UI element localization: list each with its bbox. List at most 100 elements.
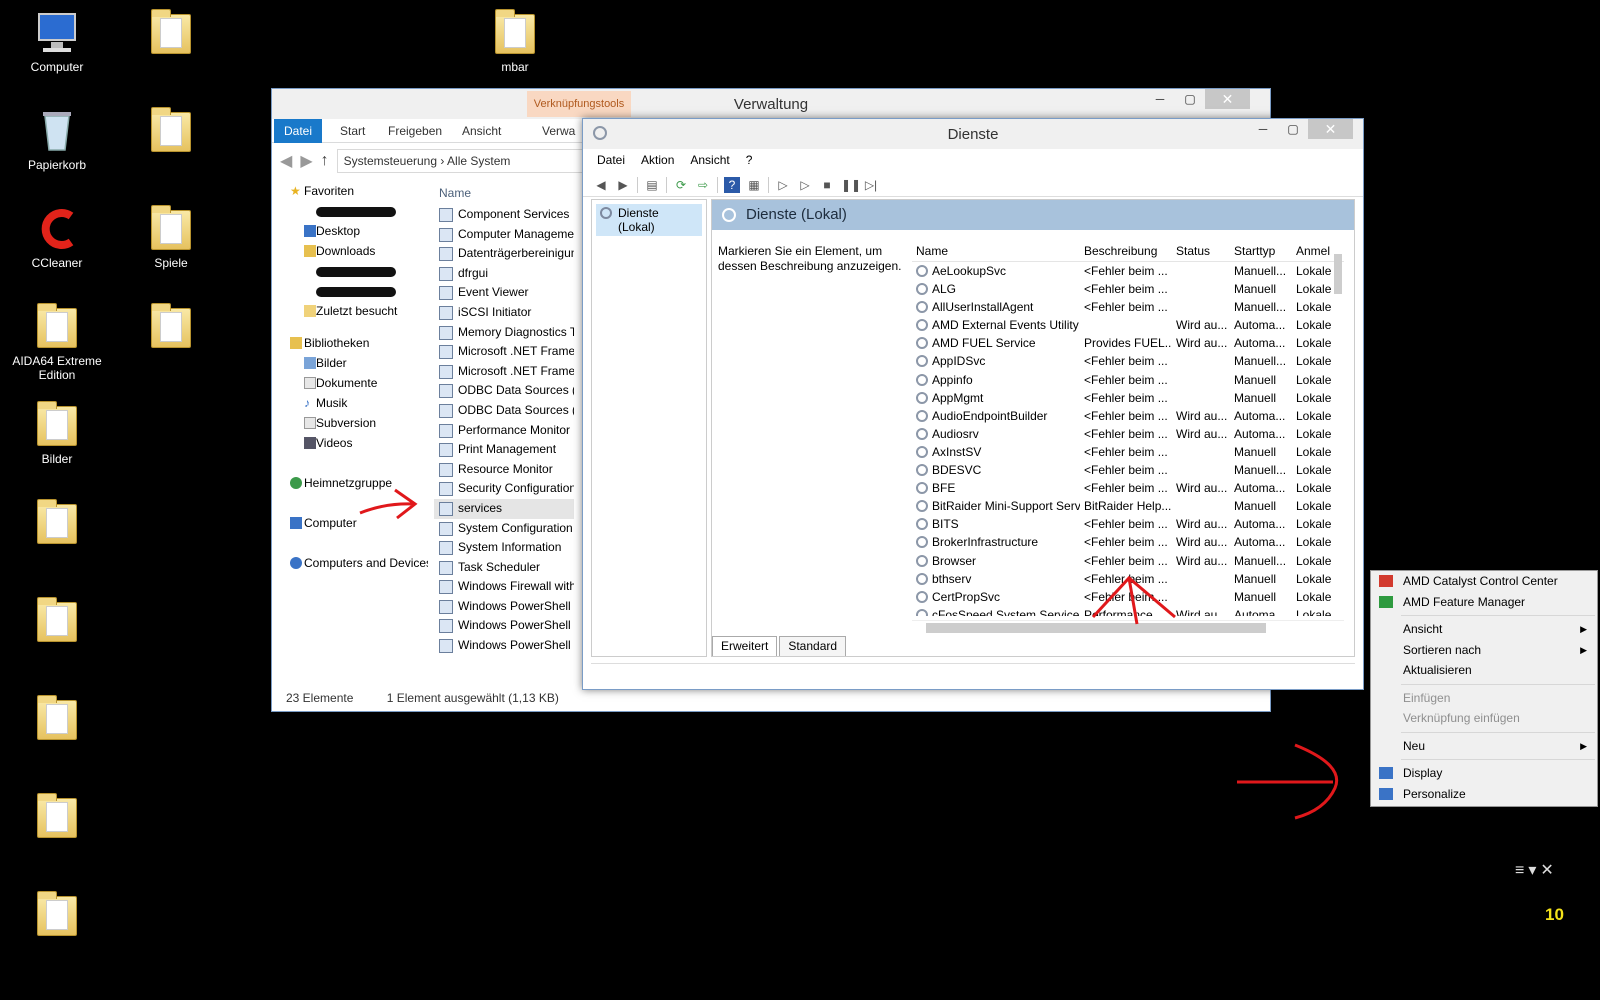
maximize-button[interactable]: ▢ xyxy=(1278,119,1308,139)
menu-ansicht[interactable]: Ansicht xyxy=(684,153,735,167)
tab-datei[interactable]: Datei xyxy=(274,119,323,143)
nav-item-hidden[interactable] xyxy=(278,201,428,221)
context-menu-item[interactable]: Sortieren nach ▶ xyxy=(1371,640,1597,661)
desktop-icon-computer[interactable]: Computer xyxy=(12,8,102,74)
back-arrow-icon[interactable]: ◀ xyxy=(280,151,292,171)
desktop-icon-folder[interactable] xyxy=(12,498,102,550)
table-row[interactable]: AudioEndpointBuilder <Fehler beim ... Wird… xyxy=(912,407,1344,425)
table-row[interactable]: AxInstSV <Fehler beim ... Manuell Lokale xyxy=(912,443,1344,461)
services-titlebar[interactable]: Dienste ─ ▢ ✕ xyxy=(583,119,1363,149)
file-list-item[interactable]: Security Configuration xyxy=(434,479,574,499)
nav-libraries[interactable]: Bibliotheken xyxy=(278,333,428,353)
tab-verwalten[interactable]: Verwa xyxy=(532,119,585,143)
context-menu-item[interactable]: Aktualisieren xyxy=(1371,660,1597,681)
desktop-icon-folder[interactable] xyxy=(12,596,102,648)
stop-service-icon[interactable]: ■ xyxy=(819,177,835,193)
tab-standard[interactable]: Standard xyxy=(779,636,847,656)
file-list-item[interactable]: ODBC Data Sources (64 xyxy=(434,401,574,421)
table-row[interactable]: BitRaider Mini-Support Serv... BitRaider … xyxy=(912,497,1344,515)
desktop-icon-folder[interactable] xyxy=(126,106,216,158)
column-header-description[interactable]: Beschreibung xyxy=(1080,240,1172,261)
back-icon[interactable]: ◀ xyxy=(593,177,609,193)
close-button[interactable]: ✕ xyxy=(1308,119,1353,139)
file-list-item[interactable]: Microsoft .NET Framework xyxy=(434,342,574,362)
column-header-name[interactable]: Name xyxy=(434,181,574,205)
nav-item-hidden[interactable] xyxy=(278,261,428,281)
restart-service-icon[interactable]: ▷| xyxy=(863,177,879,193)
file-list-item[interactable]: Component Services xyxy=(434,205,574,225)
column-header-starttype[interactable]: Starttyp xyxy=(1230,240,1292,261)
file-list-item[interactable]: Resource Monitor xyxy=(434,460,574,480)
context-menu-item[interactable]: AMD Catalyst Control Center xyxy=(1371,571,1597,592)
desktop-icon-spiele[interactable]: Spiele xyxy=(126,204,216,270)
nav-item-musik[interactable]: ♪ Musik xyxy=(278,393,428,413)
column-header-status[interactable]: Status xyxy=(1172,240,1230,261)
table-row[interactable]: ALG <Fehler beim ... Manuell Lokale xyxy=(912,280,1344,298)
nav-favorites[interactable]: ★ Favoriten xyxy=(278,181,428,201)
file-list-item[interactable]: Event Viewer xyxy=(434,283,574,303)
pause-service-icon[interactable]: ❚❚ xyxy=(841,177,861,193)
table-row[interactable]: AppMgmt <Fehler beim ... Manuell Lokale xyxy=(912,389,1344,407)
menu-datei[interactable]: Datei xyxy=(591,153,631,167)
services-window[interactable]: Dienste ─ ▢ ✕ Datei Aktion Ansicht ? ◀ ▶… xyxy=(582,118,1364,690)
nav-item-bilder[interactable]: Bilder xyxy=(278,353,428,373)
context-menu-item[interactable]: Ansicht ▶ xyxy=(1371,619,1597,640)
file-list-item[interactable]: Microsoft .NET Framework xyxy=(434,362,574,382)
properties-icon[interactable]: ▦ xyxy=(746,177,762,193)
nav-item-downloads[interactable]: Downloads xyxy=(278,241,428,261)
forward-icon[interactable]: ▶ xyxy=(615,177,631,193)
table-row[interactable]: BDESVC <Fehler beim ... Manuell... Lokale xyxy=(912,461,1344,479)
nav-item-hidden[interactable] xyxy=(278,281,428,301)
nav-network[interactable]: Computers and Devices xyxy=(278,553,428,573)
file-list-item[interactable]: Task Scheduler xyxy=(434,558,574,578)
dropdown-icon[interactable]: ▾ xyxy=(1528,862,1540,879)
desktop-icon-mbar[interactable]: mbar xyxy=(470,8,560,74)
file-list-item[interactable]: Print Management xyxy=(434,440,574,460)
context-menu-item[interactable]: Personalize xyxy=(1371,784,1597,805)
desktop-icon-bilder[interactable]: Bilder xyxy=(12,400,102,466)
desktop-icon-folder[interactable] xyxy=(126,8,216,60)
tree-node-services-local[interactable]: Dienste (Lokal) xyxy=(596,204,702,236)
tab-ansicht[interactable]: Ansicht xyxy=(452,119,511,143)
minimize-button[interactable]: ─ xyxy=(1248,119,1278,139)
desktop-icon-aida64[interactable]: AIDA64 Extreme Edition xyxy=(12,302,102,382)
start-service-alt-icon[interactable]: ▷ xyxy=(797,177,813,193)
desktop-icon-folder[interactable] xyxy=(12,890,102,942)
nav-item-dokumente[interactable]: Dokumente xyxy=(278,373,428,393)
breadcrumb-item[interactable]: Alle System xyxy=(447,154,510,168)
desktop-icon-app[interactable] xyxy=(12,792,102,844)
tab-start[interactable]: Start xyxy=(330,119,375,143)
file-list-item[interactable]: services xyxy=(434,498,574,519)
tab-extended[interactable]: Erweitert xyxy=(712,636,778,656)
file-list-item[interactable]: iSCSI Initiator xyxy=(434,303,574,323)
tab-freigeben[interactable]: Freigeben xyxy=(378,119,452,143)
file-list-item[interactable]: ODBC Data Sources (32 xyxy=(434,381,574,401)
file-list-item[interactable]: Windows Firewall with xyxy=(434,577,574,597)
forward-arrow-icon[interactable]: ▶ xyxy=(300,151,312,171)
close-icon[interactable]: ✕ xyxy=(1540,862,1557,879)
table-row[interactable]: AMD FUEL Service Provides FUEL... Wird au.… xyxy=(912,334,1344,352)
table-row[interactable]: AeLookupSvc <Fehler beim ... Manuell... Lok… xyxy=(912,262,1344,280)
nav-item-desktop[interactable]: Desktop xyxy=(278,221,428,241)
table-row[interactable]: BFE <Fehler beim ... Wird au... Automa... Lo… xyxy=(912,479,1344,497)
show-hide-tree-icon[interactable]: ▤ xyxy=(644,177,660,193)
file-list-item[interactable]: System Configuration xyxy=(434,519,574,539)
help-icon[interactable]: ? xyxy=(724,176,740,193)
menu-icon[interactable]: ≡ xyxy=(1515,862,1528,879)
desktop-icon-recycle-bin[interactable]: Papierkorb xyxy=(12,106,102,172)
export-list-icon[interactable]: ⇨ xyxy=(695,177,711,193)
file-list-item[interactable]: System Information xyxy=(434,538,574,558)
refresh-icon[interactable]: ⟳ xyxy=(673,177,689,193)
start-service-icon[interactable]: ▷ xyxy=(775,177,791,193)
context-menu-item[interactable]: Neu ▶ xyxy=(1371,736,1597,757)
context-menu-item[interactable]: AMD Feature Manager xyxy=(1371,592,1597,613)
file-list-item[interactable]: dfrgui xyxy=(434,264,574,284)
file-list-item[interactable]: Windows PowerShell (x xyxy=(434,597,574,617)
table-row[interactable]: AMD External Events Utility Wird au... Aut… xyxy=(912,316,1344,334)
maximize-button[interactable]: ▢ xyxy=(1175,89,1205,109)
explorer-titlebar[interactable]: Verwaltung ─ ▢ ✕ xyxy=(272,89,1270,119)
menu-help[interactable]: ? xyxy=(740,153,759,167)
column-header-logon[interactable]: Anmel xyxy=(1292,240,1332,261)
desktop-icon-ccleaner[interactable]: CCleaner xyxy=(12,204,102,270)
table-row[interactable]: Audiosrv <Fehler beim ... Wird au... Automa… xyxy=(912,425,1344,443)
